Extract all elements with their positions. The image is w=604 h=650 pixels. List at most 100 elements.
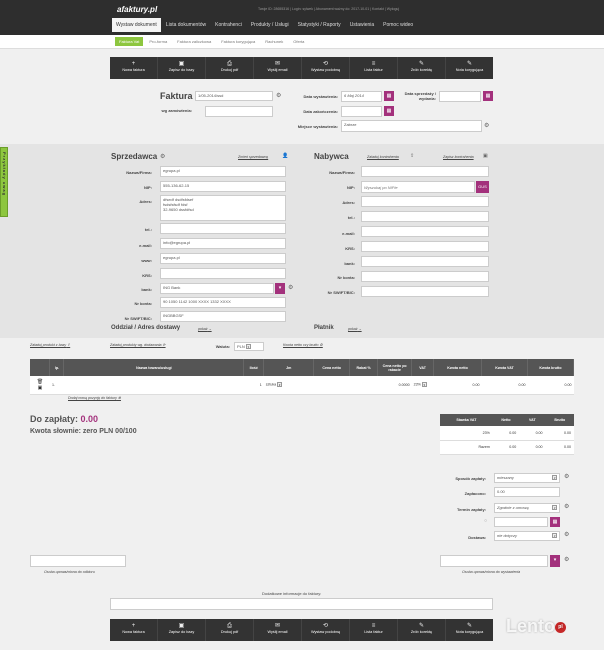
buyer-email-input[interactable] xyxy=(361,226,489,237)
calendar-icon[interactable]: ▦ xyxy=(384,91,394,101)
invoice-list-button[interactable]: ≡ Lista faktur xyxy=(350,57,398,79)
invoice-list-button[interactable]: ≡ Lista faktur xyxy=(350,619,398,641)
nav-pomoc-wideo[interactable]: Pomoc wideo xyxy=(379,18,417,32)
print-pdf-button[interactable]: ⎙ Drukuj pdf xyxy=(206,619,254,641)
payment-date-input[interactable] xyxy=(494,517,548,527)
nav-kontrahenci[interactable]: Kontrahenci xyxy=(211,18,246,32)
tab-oferta[interactable]: Oferta xyxy=(289,37,308,46)
row-unit-select[interactable]: sztuka ▾ xyxy=(263,376,314,395)
load-products-group-link[interactable]: Załaduj produkty wg. dodawania ⟳ xyxy=(110,343,166,347)
gear-icon[interactable]: ⚙ xyxy=(160,153,165,160)
gear-icon[interactable]: ⚙ xyxy=(484,122,489,129)
paid-input[interactable]: 0.00 xyxy=(494,487,560,497)
nav-lista-dokumentow[interactable]: Lista dokumentów xyxy=(162,18,210,32)
nav-produkty[interactable]: Produkty / Usługi xyxy=(247,18,293,32)
send-email-button[interactable]: ✉ Wyślij email xyxy=(254,619,302,641)
correction-note-button[interactable]: ✎ Nota korygująca xyxy=(446,619,493,641)
app-logo[interactable]: afaktury.pl xyxy=(117,5,157,14)
upload-icon[interactable]: ⇪ xyxy=(410,153,414,159)
save-to-db-button[interactable]: ▣ Zapisz do bazy xyxy=(158,57,206,79)
nav-wystaw-dokument[interactable]: Wystaw dokument xyxy=(112,18,161,32)
seller-account-input[interactable]: 90 1050 1142 1000 XXXX 1332 XXXX xyxy=(160,297,286,308)
receiver-signature-input[interactable] xyxy=(30,555,126,567)
buyer-name-input[interactable] xyxy=(361,166,489,177)
calendar-icon[interactable]: ▦ xyxy=(483,91,493,101)
chevron-down-icon[interactable]: ▾ xyxy=(275,283,285,294)
branch-show-link[interactable]: pokaż ⌄ xyxy=(198,327,212,331)
buyer-account-input[interactable] xyxy=(361,271,489,282)
currency-select[interactable]: PLN ▾ xyxy=(234,342,264,351)
send-email-button[interactable]: ✉ Wyślij email xyxy=(254,57,302,79)
save-icon[interactable]: ▣ xyxy=(483,153,488,159)
extra-info-input[interactable] xyxy=(110,598,493,610)
save-icon[interactable]: ▣ xyxy=(38,385,43,391)
gear-icon[interactable]: ⚙ xyxy=(564,531,569,538)
buyer-bank-input[interactable] xyxy=(361,256,489,267)
buyer-tel-input[interactable] xyxy=(361,211,489,222)
gear-icon[interactable]: ⚙ xyxy=(276,92,281,99)
seller-tel-input[interactable] xyxy=(160,223,286,234)
seller-bank-select[interactable]: ING Bank xyxy=(160,283,274,294)
buyer-nip-input[interactable] xyxy=(361,181,475,193)
order-input[interactable] xyxy=(205,106,273,117)
tab-pro-forma[interactable]: Pro-forma xyxy=(145,37,171,46)
add-item-link[interactable]: Dodaj nową pozycję do faktury ⊕ xyxy=(68,396,121,400)
notes-side-tab[interactable]: Przykłady uwag xyxy=(0,147,8,217)
buyer-krs-input[interactable] xyxy=(361,241,489,252)
issue-similar-button[interactable]: ⟲ Wystaw podobną xyxy=(302,619,350,641)
tab-faktura-korygujaca[interactable]: Faktura korygująca xyxy=(217,37,259,46)
row-discount-input[interactable] xyxy=(349,376,378,395)
tab-faktura-zaliczkowa[interactable]: Faktura zaliczkowa xyxy=(173,37,215,46)
calendar-icon[interactable]: ▦ xyxy=(384,106,394,116)
tab-faktura-vat[interactable]: Faktura Vat xyxy=(115,37,144,46)
gear-icon[interactable]: ⚙ xyxy=(564,473,569,480)
place-input[interactable]: Zabrze xyxy=(341,120,482,132)
payer-show-link[interactable]: pokaż ⌄ xyxy=(348,327,362,331)
gus-button[interactable]: GUS xyxy=(476,181,489,193)
issue-date-input[interactable]: 6 Maj 2014 xyxy=(341,91,382,102)
gear-icon[interactable]: ⚙ xyxy=(288,284,293,291)
seller-email-input[interactable]: info@egrupa.pl xyxy=(160,238,286,249)
chevron-down-icon[interactable]: ▾ xyxy=(550,555,560,567)
seller-name-input[interactable]: egrupa.pl xyxy=(160,166,286,177)
save-to-db-button[interactable]: ▣ Zapisz do bazy xyxy=(158,619,206,641)
user-icon[interactable]: 👤 xyxy=(282,153,288,159)
delivery-select[interactable]: nie dotyczy ▾ xyxy=(494,531,560,541)
seller-address-input[interactable]: dfsedf dsdfsfdsef fsdsfsfsdf fdsf 32-965… xyxy=(160,195,286,221)
end-date-input[interactable] xyxy=(341,106,382,117)
load-product-link[interactable]: Załaduj produkt z bazy ⇪ xyxy=(30,343,70,347)
gear-icon[interactable]: ⚙ xyxy=(564,503,569,510)
row-name-input[interactable] xyxy=(63,376,244,395)
tab-rachunek[interactable]: Rachunek xyxy=(261,37,287,46)
print-pdf-button[interactable]: ⎙ Drukuj pdf xyxy=(206,57,254,79)
buyer-address-input[interactable] xyxy=(361,196,489,207)
new-invoice-button[interactable]: + Nowa faktura xyxy=(110,619,158,641)
correction-note-button[interactable]: ✎ Nota korygująca xyxy=(446,57,493,79)
net-gross-link[interactable]: Kwota netto czy brutto ⚙ xyxy=(283,343,323,347)
seller-nip-input[interactable]: 555-136-62-15 xyxy=(160,181,286,192)
seller-www-input[interactable]: egrupa.pl xyxy=(160,253,286,264)
make-correction-button[interactable]: ✎ Zrób korektę xyxy=(398,57,446,79)
payment-term-select[interactable]: Zgodnie z umową ▾ xyxy=(494,503,560,513)
load-contractor-link[interactable]: Zaladuj kontrahenta xyxy=(367,155,399,159)
save-contractor-link[interactable]: Zapisz kontrahenta xyxy=(443,155,474,159)
payment-method-select[interactable]: mieszany ▾ xyxy=(494,473,560,483)
new-invoice-button[interactable]: + Nowa faktura xyxy=(110,57,158,79)
row-vat-select[interactable]: 23% ▾ xyxy=(411,376,434,395)
calendar-icon[interactable]: ▦ xyxy=(550,517,560,527)
issuer-signature-select[interactable] xyxy=(440,555,548,567)
nav-ustawienia[interactable]: Ustawienia xyxy=(346,18,378,32)
buyer-swift-input[interactable] xyxy=(361,286,489,297)
seller-swift-input[interactable]: INGBBGSF xyxy=(160,311,286,322)
radio-button[interactable]: ○ xyxy=(484,518,487,524)
invoice-number-input[interactable]: 1/05-2014/ssd xyxy=(195,91,273,101)
change-seller-link[interactable]: Zmień sprzedawcę xyxy=(238,155,268,159)
issue-similar-button[interactable]: ⟲ Wystaw podobną xyxy=(302,57,350,79)
nav-statystyki[interactable]: Statystyki / Raporty xyxy=(294,18,345,32)
sale-date-input[interactable] xyxy=(439,91,481,102)
row-price-input[interactable] xyxy=(313,376,350,395)
row-qty-input[interactable]: 1 xyxy=(243,376,264,395)
make-correction-button[interactable]: ✎ Zrób korektę xyxy=(398,619,446,641)
gear-icon[interactable]: ⚙ xyxy=(564,556,569,563)
seller-krs-input[interactable] xyxy=(160,268,286,279)
